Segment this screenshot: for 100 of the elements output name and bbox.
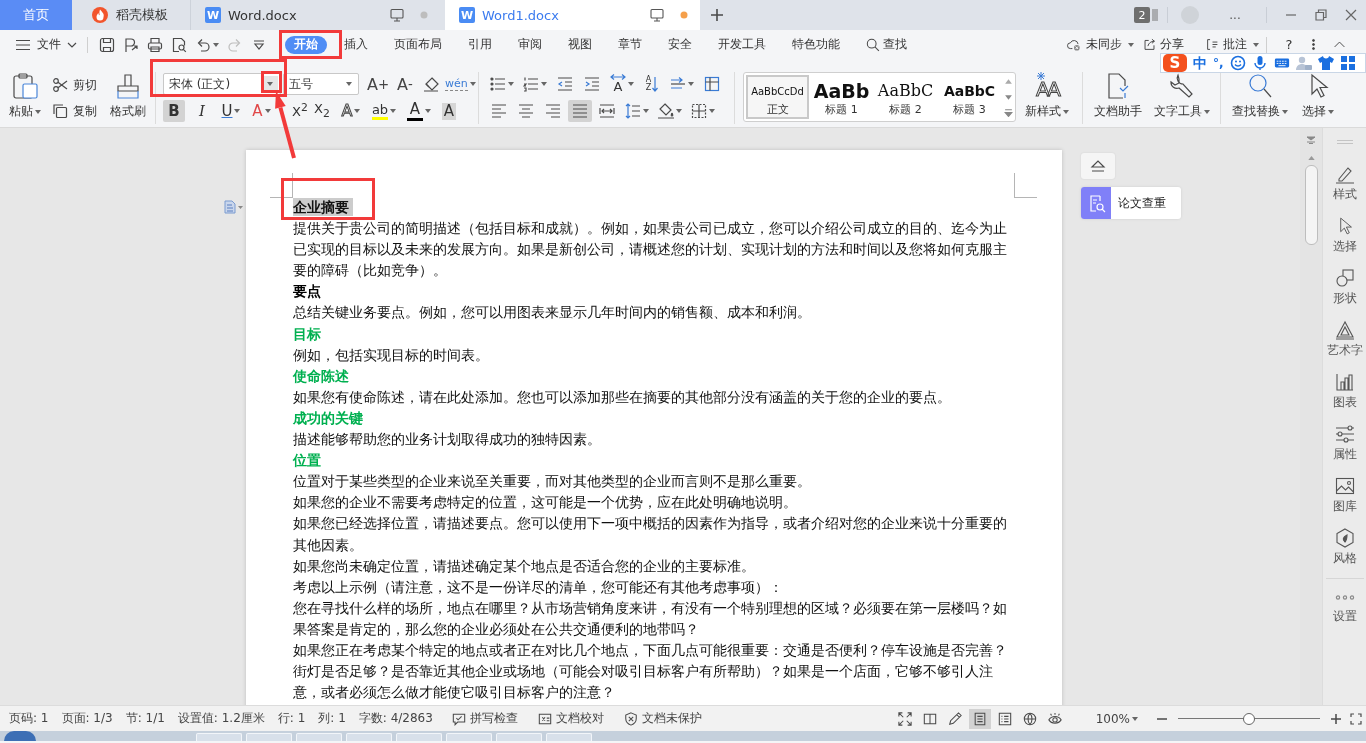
shirt-icon[interactable] [1317, 55, 1334, 71]
swap-lines-icon [670, 76, 686, 92]
ribbon-tab[interactable]: 章节 [605, 35, 655, 54]
search-button[interactable]: 查找 [853, 36, 907, 53]
spellcheck-icon [451, 711, 466, 726]
underline-button[interactable]: U [217, 100, 245, 122]
style-item[interactable]: AaBb 标题 1 [810, 75, 873, 119]
zoom-menu-button[interactable]: 100% [1095, 711, 1138, 726]
strikethrough-button[interactable]: A [249, 100, 274, 122]
cut-button[interactable]: 剪切 [52, 74, 97, 96]
ribbon-tab[interactable]: 页面布局 [381, 35, 455, 54]
select-tool-button[interactable]: 选择 [1332, 216, 1357, 268]
select-button[interactable]: 选择 [1299, 72, 1337, 120]
ribbon-tab[interactable]: 特色功能 [779, 35, 853, 54]
status-field: 节: 1/1 [125, 710, 165, 727]
superscript-button[interactable]: X$^{2}$ [289, 100, 311, 122]
gallery-tool-button[interactable]: 图库 [1332, 476, 1357, 528]
char-shading-button[interactable]: A [439, 100, 459, 122]
sliders-icon [1334, 424, 1355, 444]
status-field: 列: 1 [318, 710, 346, 727]
styles-tool-button[interactable]: 样式 [1332, 164, 1357, 216]
doc-assistant-button[interactable]: 文档助手 [1091, 72, 1145, 120]
style-item[interactable]: AaBbCcDd 正文 [746, 75, 809, 119]
align-right-icon [545, 103, 561, 119]
font-size-field[interactable]: 五号 [283, 73, 359, 95]
zoom-slider[interactable] [1178, 711, 1320, 726]
more-styles-icon[interactable] [1004, 108, 1013, 117]
split-handle-icon[interactable] [1306, 136, 1316, 144]
body-paragraph: 如果您有使命陈述，请在此处添加。您也可以添加那些在摘要的其他部分没有涵盖的关于您的企业的要点。 [293, 387, 952, 407]
punctuation-toggle[interactable]: °, [1213, 57, 1224, 69]
page-view-icon [972, 711, 987, 726]
body-paragraph: 位置对于某些类型的企业来说至关重要，而对其他类型的企业而言则不是那么重要。 [293, 472, 812, 492]
file-menu-button[interactable]: 文件 [12, 36, 80, 53]
panel-grip-icon[interactable] [1336, 140, 1353, 144]
proofread-button[interactable]: 文档校对 [537, 710, 604, 727]
theme-tool-button[interactable]: 风格 [1332, 528, 1357, 580]
zoom-slider-thumb[interactable] [1243, 712, 1255, 725]
copy-button[interactable]: 复制 [52, 100, 97, 122]
ribbon-tab[interactable]: 引用 [455, 35, 505, 54]
font-name-field[interactable]: 宋体 (正文) [163, 73, 281, 95]
wordart-icon [1334, 320, 1355, 340]
scroll-up-icon[interactable] [1004, 77, 1013, 86]
format-painter-button[interactable]: 格式刷 [107, 72, 149, 122]
body-paragraph: 提供关于贵公司的简明描述（包括目标和成就）。例如，如果贵公司已成立，您可以介绍公司成立的目的、迄今为止已实现的目标以及未来的发展方向。如果是新创公司，请概述您的计划、实现计划的方法和时间以及您将如何克服主要的障碍（比如竞争）。 [293, 219, 1008, 281]
export-icon [123, 36, 139, 53]
ribbon-tab[interactable]: 安全 [655, 35, 705, 54]
text-direction-button[interactable]: A [607, 73, 637, 95]
book-icon [922, 711, 937, 726]
section-heading: 要点 [293, 282, 322, 302]
document-tab[interactable]: W Word1.docx [445, 0, 700, 30]
status-field: 行: 1 [277, 710, 306, 727]
ribbon-tab[interactable]: 开发工具 [705, 35, 779, 54]
protect-button[interactable]: 文档未保护 [623, 710, 702, 727]
scrollbar-thumb[interactable] [1304, 165, 1318, 245]
comment-button[interactable]: 批注 [1206, 38, 1259, 51]
style-item[interactable]: AaBbC 标题 2 [874, 75, 937, 119]
ribbon-tab[interactable]: 插入 [331, 35, 381, 54]
sort-button[interactable]: A Z [640, 73, 664, 95]
spellcheck-button[interactable]: 拼写检查 [451, 710, 518, 727]
start-orb-icon[interactable] [4, 731, 36, 741]
justify-button[interactable] [568, 100, 592, 122]
globe-icon [1022, 711, 1037, 726]
settings-tool-button[interactable]: 设置 [1332, 595, 1357, 647]
share-button[interactable]: 分享 [1143, 38, 1184, 51]
chart-tool-button[interactable]: 图表 [1332, 372, 1357, 424]
paste-button[interactable]: 粘贴 [6, 72, 44, 122]
align-center-icon [518, 103, 534, 119]
subscript-button[interactable]: X$_{2}$ [311, 100, 333, 122]
microphone-icon[interactable] [1251, 55, 1268, 71]
highlight-button[interactable]: ab [369, 100, 399, 122]
help-button[interactable]: ? [1278, 38, 1300, 51]
new-style-button[interactable]: AA 新样式 [1022, 72, 1072, 122]
smiley-icon[interactable] [1229, 55, 1246, 71]
find-replace-button[interactable]: 查找替换 [1229, 72, 1291, 120]
window-count-badge[interactable]: 2 [1134, 7, 1150, 23]
ribbon-tab[interactable]: 视图 [555, 35, 605, 54]
collapse-panel-button[interactable] [1081, 153, 1115, 179]
scroll-up-icon[interactable] [1307, 156, 1315, 160]
scroll-down-icon[interactable] [1004, 92, 1013, 102]
text-tools-button[interactable]: 文字工具 [1151, 72, 1213, 120]
style-item[interactable]: AaBbC 标题 3 [938, 75, 1001, 119]
wordart-tool-button[interactable]: 艺术字 [1326, 320, 1363, 372]
paper-check-button[interactable]: 论文查重 [1081, 187, 1181, 219]
more-button[interactable]: ... [1213, 0, 1257, 30]
fit-window-icon [1350, 712, 1362, 725]
bold-button[interactable]: B [163, 100, 185, 122]
ribbon-tab[interactable]: 审阅 [505, 35, 555, 54]
properties-tool-button[interactable]: 属性 [1332, 424, 1357, 476]
paragraph-handle-icon[interactable] [224, 200, 244, 214]
phonetic-guide-button[interactable]: wén [445, 73, 476, 95]
shapes-tool-button[interactable]: 形状 [1332, 268, 1357, 320]
sync-button[interactable]: 未同步 [1066, 38, 1134, 51]
caret-icon [469, 82, 476, 86]
page-view-button[interactable] [968, 708, 991, 729]
comment-icon [1206, 38, 1219, 51]
font-color-button[interactable]: A [405, 100, 433, 122]
italic-button[interactable]: I [191, 100, 213, 122]
grid-icon[interactable] [1339, 55, 1356, 71]
template-tab[interactable]: 稻壳模板 [72, 0, 190, 30]
input-mode-toggle[interactable]: 中 [1193, 56, 1207, 70]
